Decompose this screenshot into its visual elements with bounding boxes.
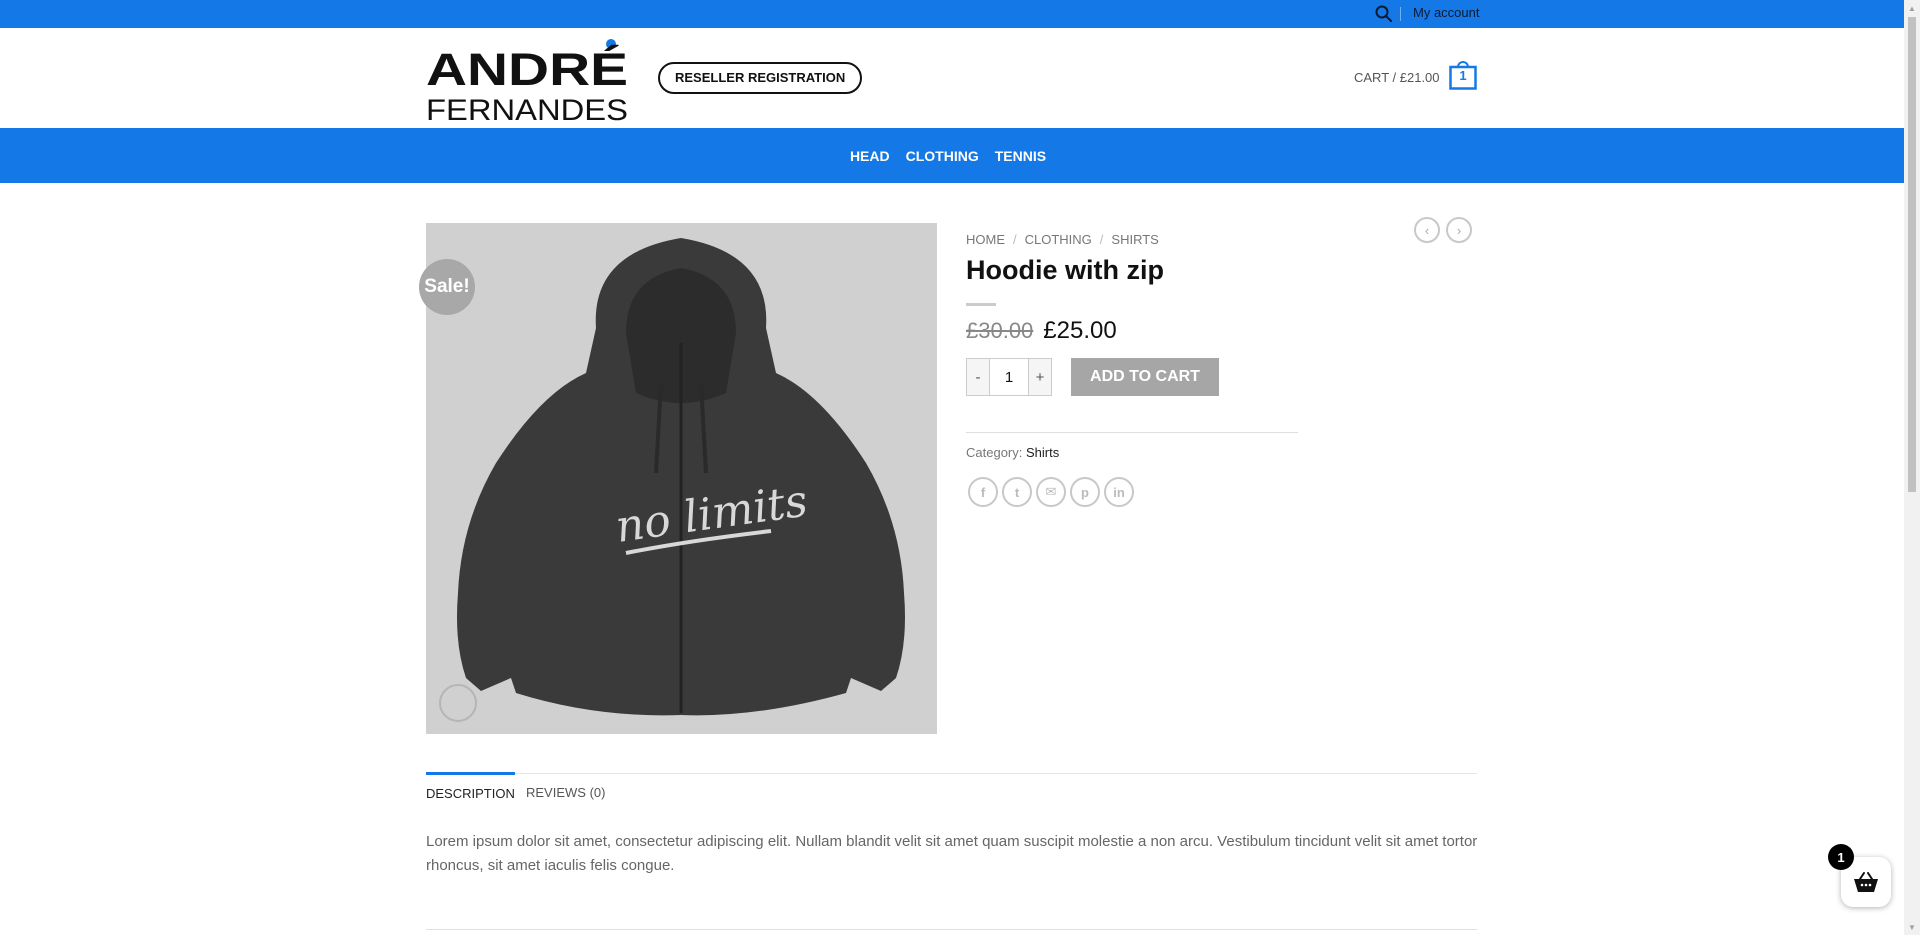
title-divider <box>966 303 996 306</box>
sale-badge: Sale! <box>419 259 475 315</box>
nav-item-clothing[interactable]: CLOTHING <box>906 148 979 164</box>
qty-plus-button[interactable]: + <box>1029 359 1051 395</box>
page-scrollbar[interactable]: ▲ ▼ <box>1904 0 1920 935</box>
top-bar: My account <box>0 0 1904 28</box>
product-image[interactable]: no limits <box>426 223 937 734</box>
old-price: £30.00 <box>966 318 1034 343</box>
meta-divider <box>966 432 1298 433</box>
add-to-cart-button[interactable]: ADD TO CART <box>1071 358 1219 396</box>
main-nav: HEAD CLOTHING TENNIS <box>0 128 1904 183</box>
email-icon[interactable]: ✉ <box>1036 477 1066 507</box>
site-logo[interactable]: ANDRÉ FERNANDES <box>426 38 628 122</box>
breadcrumb-separator: / <box>1013 232 1017 247</box>
share-icons: f t ✉ p in <box>968 477 1134 507</box>
product-description: Lorem ipsum dolor sit amet, consectetur … <box>426 833 1478 874</box>
category-link[interactable]: Shirts <box>1026 445 1059 460</box>
product-nav-arrows: ‹ › <box>1414 217 1472 243</box>
scroll-up-icon[interactable]: ▲ <box>1904 0 1920 16</box>
quantity-stepper: - 1 + <box>966 358 1052 396</box>
nav-item-head[interactable]: HEAD <box>850 148 890 164</box>
my-account-link[interactable]: My account <box>1413 5 1479 20</box>
tab-reviews[interactable]: REVIEWS (0) <box>526 774 605 810</box>
prev-product-icon[interactable]: ‹ <box>1414 217 1440 243</box>
price: £30.00 £25.00 <box>966 317 1117 345</box>
basket-icon <box>1854 872 1878 892</box>
category-label: Category: <box>966 445 1023 460</box>
product-title: Hoodie with zip <box>966 255 1164 285</box>
facebook-icon[interactable]: f <box>968 477 998 507</box>
page: My account ANDRÉ FERNANDES RESELLER REGI… <box>0 0 1904 935</box>
zoom-button[interactable] <box>439 684 477 722</box>
nav-item-tennis[interactable]: TENNIS <box>995 148 1046 164</box>
linkedin-icon[interactable]: in <box>1104 477 1134 507</box>
next-product-icon[interactable]: › <box>1446 217 1472 243</box>
section-divider <box>426 929 1477 930</box>
breadcrumb-home[interactable]: HOME <box>966 232 1005 247</box>
tab-description[interactable]: DESCRIPTION <box>426 772 515 811</box>
logo-line2: FERNANDES <box>426 94 628 122</box>
reseller-registration-button[interactable]: RESELLER REGISTRATION <box>658 62 863 94</box>
sale-price: £25.00 <box>1043 317 1117 344</box>
product-category: Category: Shirts <box>966 445 1059 460</box>
product-section: Sale! no limits HOME / CLOTHING / SHIRTS ‹ ›… <box>0 183 1904 935</box>
header: ANDRÉ FERNANDES RESELLER REGISTRATION CA… <box>0 28 1904 128</box>
breadcrumb-shirts[interactable]: SHIRTS <box>1111 232 1158 247</box>
qty-minus-button[interactable]: - <box>967 359 989 395</box>
product-tabs: DESCRIPTION REVIEWS (0) <box>426 772 1477 818</box>
cart-link[interactable]: CART / £21.00 <box>1354 70 1440 85</box>
topbar-divider <box>1400 7 1401 21</box>
logo-line1: ANDRÉ <box>426 44 628 95</box>
breadcrumb: HOME / CLOTHING / SHIRTS <box>966 232 1159 247</box>
basket-count-badge: 1 <box>1828 844 1854 870</box>
cart-count: 1 <box>1459 68 1467 83</box>
qty-input[interactable]: 1 <box>989 359 1029 395</box>
breadcrumb-clothing[interactable]: CLOTHING <box>1025 232 1092 247</box>
twitter-icon[interactable]: t <box>1002 477 1032 507</box>
scroll-down-icon[interactable]: ▼ <box>1904 919 1920 935</box>
pinterest-icon[interactable]: p <box>1070 477 1100 507</box>
search-icon[interactable] <box>1374 4 1394 24</box>
hoodie-illustration: no limits <box>457 238 905 716</box>
breadcrumb-separator: / <box>1099 232 1104 247</box>
scroll-thumb[interactable] <box>1908 17 1916 492</box>
